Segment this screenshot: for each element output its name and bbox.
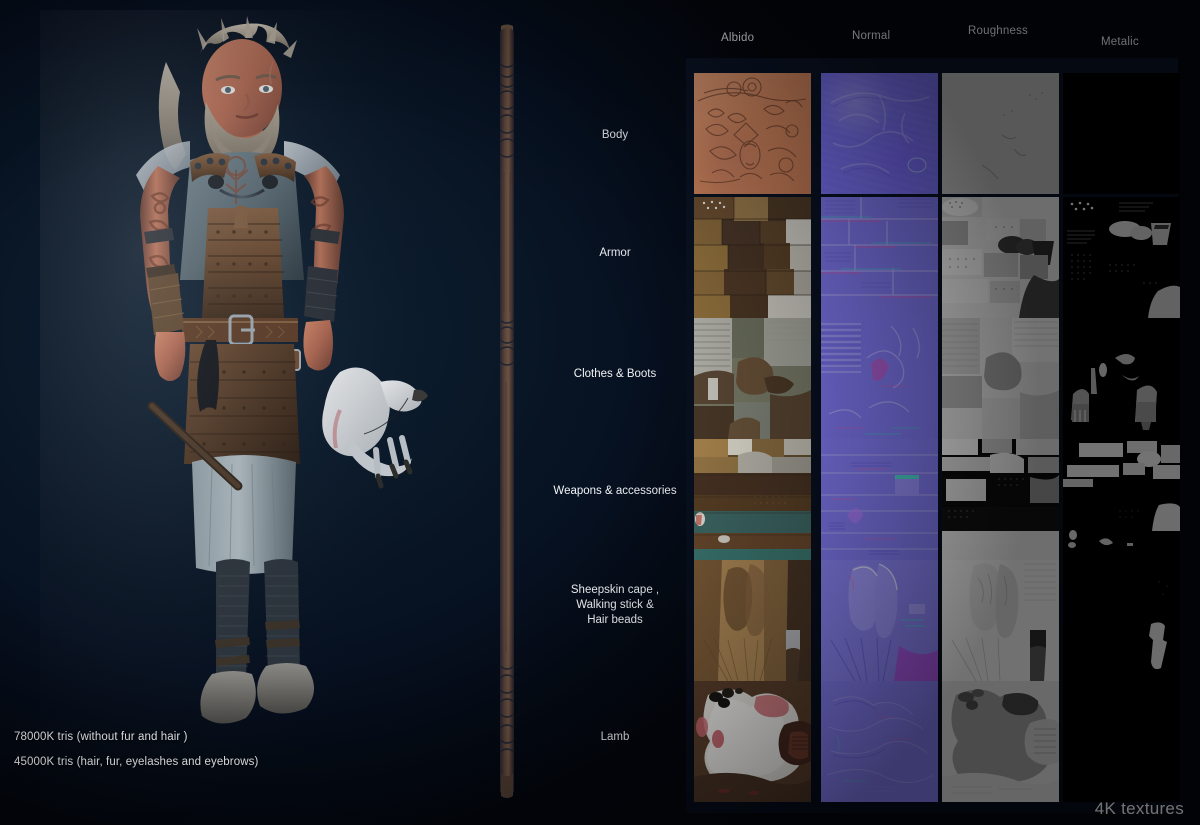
presentation-canvas: Albido Normal Roughness Metalic Body Arm… [0,0,1200,825]
vignette-overlay [0,0,1200,825]
